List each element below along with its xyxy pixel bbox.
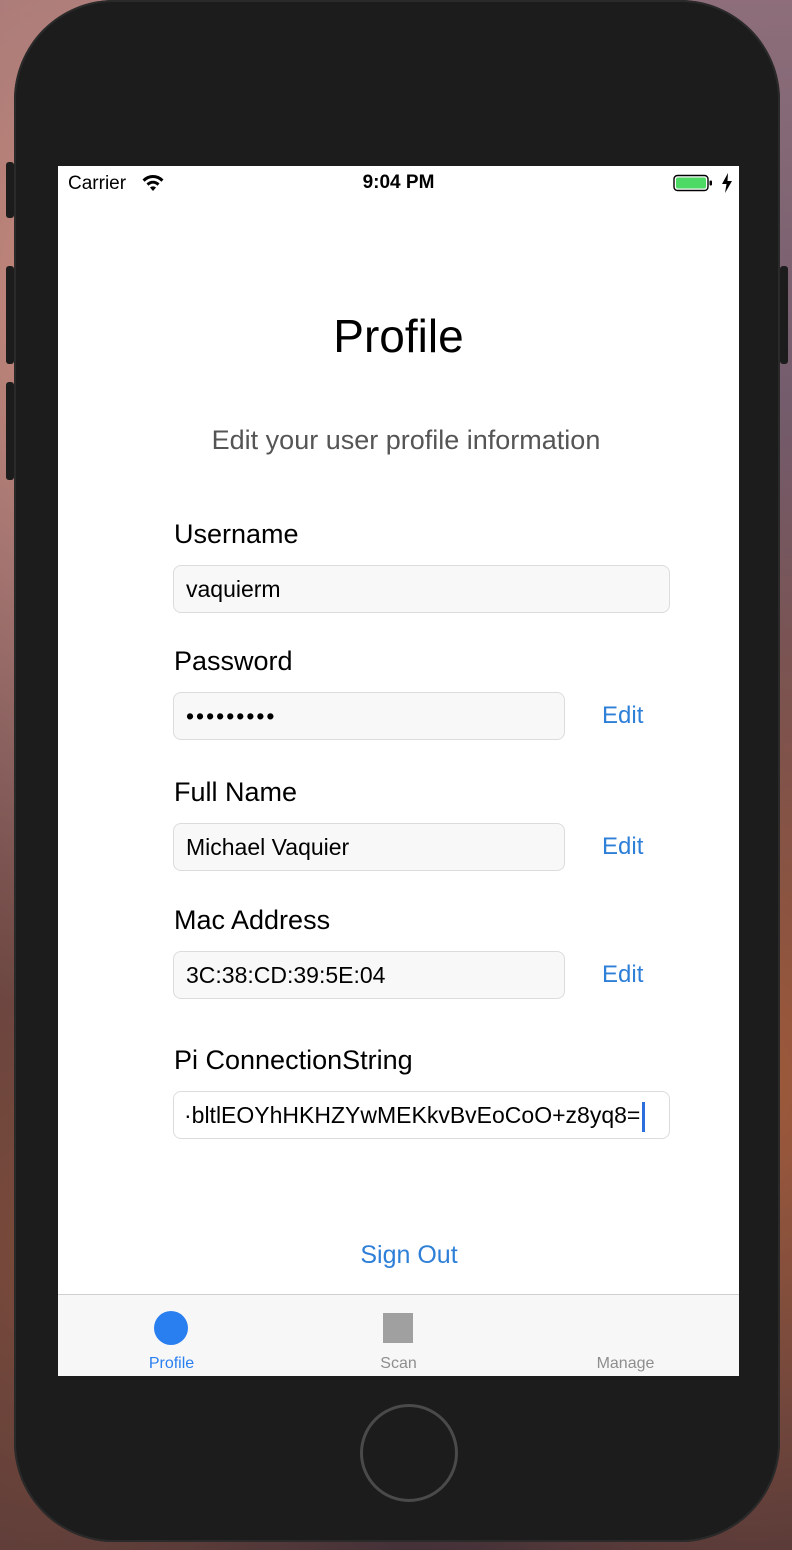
tab-scan-label: Scan — [380, 1355, 417, 1372]
tab-bar: Profile Scan Manage — [58, 1294, 739, 1376]
volume-up-button — [6, 266, 14, 364]
edit-full-name-button[interactable]: Edit — [602, 833, 643, 861]
password-field[interactable]: ••••••••• — [173, 692, 565, 740]
circle-icon — [154, 1311, 188, 1345]
username-field[interactable]: vaquierm — [173, 565, 670, 613]
edit-mac-address-button[interactable]: Edit — [602, 961, 643, 989]
battery-icon — [673, 174, 712, 192]
pi-connection-string-label: Pi ConnectionString — [174, 1045, 413, 1075]
home-button[interactable] — [360, 1404, 458, 1502]
text-cursor — [642, 1101, 646, 1132]
power-button — [780, 266, 788, 364]
tab-manage-label: Manage — [596, 1355, 655, 1372]
sign-out-button[interactable]: Sign Out — [58, 1241, 739, 1270]
page-title: Profile — [333, 310, 464, 362]
volume-down-button — [6, 382, 14, 480]
password-value: ••••••••• — [186, 703, 277, 729]
status-bar: Carrier 9:04 PM — [58, 166, 739, 202]
tab-manage[interactable]: Manage — [512, 1295, 739, 1376]
full-name-field[interactable]: Michael Vaquier — [173, 823, 565, 871]
charging-bolt-icon — [722, 173, 732, 193]
page-subtitle: Edit your user profile information — [211, 425, 601, 455]
pi-connection-string-field[interactable]: ·bltlEOYhHKHZYwMEKkvBvEoCoO+z8yq8= — [173, 1091, 670, 1139]
app-screen: Carrier 9:04 PM Profile Edit your user p… — [58, 166, 739, 1376]
mac-address-label: Mac Address — [174, 905, 331, 935]
tab-profile-label: Profile — [148, 1355, 195, 1372]
edit-password-button[interactable]: Edit — [602, 702, 643, 730]
username-label: Username — [174, 519, 299, 549]
pi-connection-string-value: ·bltlEOYhHKHZYwMEKkvBvEoCoO+z8yq8= — [184, 1102, 641, 1128]
mute-switch — [6, 162, 14, 218]
full-name-label: Full Name — [174, 777, 298, 807]
tab-profile[interactable]: Profile — [58, 1295, 285, 1376]
tab-scan[interactable]: Scan — [285, 1295, 512, 1376]
status-time: 9:04 PM — [362, 172, 435, 193]
square-icon — [383, 1313, 413, 1343]
mac-address-field[interactable]: 3C:38:CD:39:5E:04 — [173, 951, 565, 999]
password-label: Password — [174, 646, 293, 676]
